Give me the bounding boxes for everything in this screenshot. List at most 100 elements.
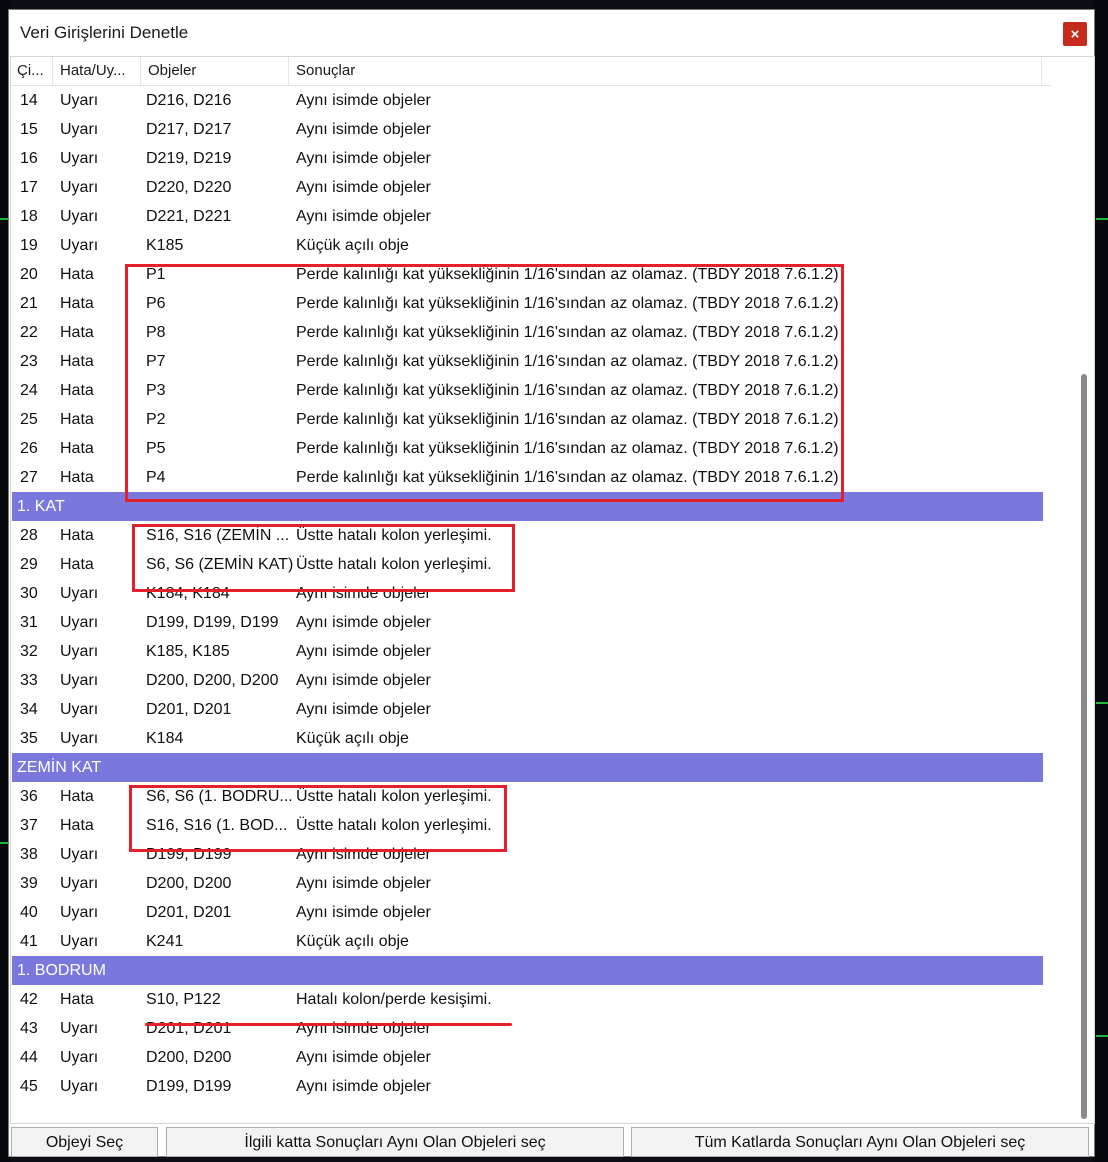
table-row[interactable]: 41 Uyarı K241 Küçük açılı obje xyxy=(11,927,1051,956)
row-type: Uyarı xyxy=(60,150,99,167)
table-row[interactable]: 18 Uyarı D221, D221 Aynı isimde objeler xyxy=(11,202,1051,231)
table-row[interactable]: 30 Uyarı K184, K184 Aynı isimde objeler xyxy=(11,579,1051,608)
table-row[interactable]: 40 Uyarı D201, D201 Aynı isimde objeler xyxy=(11,898,1051,927)
row-result: Aynı isimde objeler xyxy=(296,846,431,863)
table-row[interactable]: 43 Uyarı D201, D201 Aynı isimde objeler xyxy=(11,1014,1051,1043)
table-row[interactable]: 29 Hata S6, S6 (ZEMİN KAT) Üstte hatalı kol… xyxy=(11,550,1051,579)
column-header-results[interactable]: Sonuçlar xyxy=(290,57,1042,85)
row-result: Perde kalınlığı kat yüksekliğinin 1/16's… xyxy=(296,382,839,399)
table-row[interactable]: 16 Uyarı D219, D219 Aynı isimde objeler xyxy=(11,144,1051,173)
table-row[interactable]: 36 Hata S6, S6 (1. BODRU... Üstte hatalı ko… xyxy=(11,782,1051,811)
row-number: 17 xyxy=(20,179,38,196)
row-type: Hata xyxy=(60,440,94,457)
row-type: Uyarı xyxy=(60,875,99,892)
row-number: 29 xyxy=(20,556,38,573)
row-number: 28 xyxy=(20,527,38,544)
select-same-floor-button[interactable]: İlgili katta Sonuçları Aynı Olan Objeler… xyxy=(166,1127,624,1157)
table-row[interactable]: 44 Uyarı D200, D200 Aynı isimde objeler xyxy=(11,1043,1051,1072)
close-button[interactable]: × xyxy=(1063,22,1087,46)
results-list[interactable]: Çi... Hata/Uy... Objeler Sonuçlar 14 Uyar… xyxy=(10,56,1095,1124)
row-type: Hata xyxy=(60,324,94,341)
table-row[interactable]: 34 Uyarı D201, D201 Aynı isimde objeler xyxy=(11,695,1051,724)
row-result: Aynı isimde objeler xyxy=(296,585,431,602)
row-number: 14 xyxy=(20,92,38,109)
table-row[interactable]: 33 Uyarı D200, D200, D200 Aynı isimde objel… xyxy=(11,666,1051,695)
row-number: 42 xyxy=(20,991,38,1008)
row-type: Hata xyxy=(60,991,94,1008)
row-objects: P3 xyxy=(146,382,166,399)
row-objects: K241 xyxy=(146,933,184,950)
row-objects: S16, S16 (1. BOD... xyxy=(146,817,288,834)
table-row[interactable]: 31 Uyarı D199, D199, D199 Aynı isimde objel… xyxy=(11,608,1051,637)
row-type: Uyarı xyxy=(60,846,99,863)
row-result: Aynı isimde objeler xyxy=(296,1049,431,1066)
highlight-underline-intersection xyxy=(145,1023,512,1026)
row-type: Uyarı xyxy=(60,643,99,660)
table-row[interactable]: 24 Hata P3 Perde kalınlığı kat yüksekliğini… xyxy=(11,376,1051,405)
table-row[interactable]: 28 Hata S16, S16 (ZEMİN ... Üstte hatalı ko… xyxy=(11,521,1051,550)
column-header-objects[interactable]: Objeler xyxy=(142,57,289,85)
row-result: Aynı isimde objeler xyxy=(296,208,431,225)
row-objects: P6 xyxy=(146,295,166,312)
table-row[interactable]: 32 Uyarı K185, K185 Aynı isimde objeler xyxy=(11,637,1051,666)
column-header-row: Çi... Hata/Uy... Objeler Sonuçlar xyxy=(11,57,1051,86)
table-row[interactable]: 20 Hata P1 Perde kalınlığı kat yüksekliğini… xyxy=(11,260,1051,289)
table-row[interactable]: 26 Hata P5 Perde kalınlığı kat yüksekliğini… xyxy=(11,434,1051,463)
row-type: Hata xyxy=(60,556,94,573)
table-row[interactable]: 14 Uyarı D216, D216 Aynı isimde objeler xyxy=(11,86,1051,115)
vertical-scrollbar[interactable] xyxy=(1076,56,1092,1124)
table-row[interactable]: 25 Hata P2 Perde kalınlığı kat yüksekliğini… xyxy=(11,405,1051,434)
row-number: 24 xyxy=(20,382,38,399)
background-line xyxy=(1096,1035,1108,1037)
row-result: Aynı isimde objeler xyxy=(296,875,431,892)
table-row[interactable]: 23 Hata P7 Perde kalınlığı kat yüksekliğini… xyxy=(11,347,1051,376)
title-bar[interactable]: Veri Girişlerini Denetle × xyxy=(9,10,1094,56)
background-line xyxy=(1096,702,1108,704)
column-header-number[interactable]: Çi... xyxy=(11,57,53,85)
row-objects: K185 xyxy=(146,237,184,254)
row-type: Uyarı xyxy=(60,672,99,689)
select-all-floors-button[interactable]: Tüm Katlarda Sonuçları Aynı Olan Objeler… xyxy=(631,1127,1089,1157)
table-row[interactable]: 37 Hata S16, S16 (1. BOD... Üstte hatalı ko… xyxy=(11,811,1051,840)
table-row[interactable]: 17 Uyarı D220, D220 Aynı isimde objeler xyxy=(11,173,1051,202)
table-row[interactable]: 35 Uyarı K184 Küçük açılı obje xyxy=(11,724,1051,753)
row-objects: D216, D216 xyxy=(146,92,232,109)
scrollbar-thumb[interactable] xyxy=(1081,374,1087,1119)
row-result: Üstte hatalı kolon yerleşimi. xyxy=(296,556,492,573)
row-number: 40 xyxy=(20,904,38,921)
table-row[interactable]: 19 Uyarı K185 Küçük açılı obje xyxy=(11,231,1051,260)
row-number: 44 xyxy=(20,1049,38,1066)
row-type: Uyarı xyxy=(60,701,99,718)
row-type: Hata xyxy=(60,817,94,834)
table-row[interactable]: 27 Hata P4 Perde kalınlığı kat yüksekliğini… xyxy=(11,463,1051,492)
table-row[interactable]: 21 Hata P6 Perde kalınlığı kat yüksekliğini… xyxy=(11,289,1051,318)
row-type: Hata xyxy=(60,295,94,312)
row-number: 38 xyxy=(20,846,38,863)
row-result: Aynı isimde objeler xyxy=(296,1078,431,1095)
table-row[interactable]: 45 Uyarı D199, D199 Aynı isimde objeler xyxy=(11,1072,1051,1101)
row-objects: P4 xyxy=(146,469,166,486)
group-header[interactable]: ZEMİN KAT xyxy=(12,753,1043,782)
table-row[interactable]: 15 Uyarı D217, D217 Aynı isimde objeler xyxy=(11,115,1051,144)
row-number: 27 xyxy=(20,469,38,486)
background-line xyxy=(0,218,8,220)
column-header-type[interactable]: Hata/Uy... xyxy=(54,57,141,85)
row-result: Küçük açılı obje xyxy=(296,933,409,950)
row-objects: D219, D219 xyxy=(146,150,232,167)
table-row[interactable]: 38 Uyarı D199, D199 Aynı isimde objeler xyxy=(11,840,1051,869)
row-objects: P5 xyxy=(146,440,166,457)
row-objects: P1 xyxy=(146,266,166,283)
row-type: Uyarı xyxy=(60,614,99,631)
row-type: Uyarı xyxy=(60,92,99,109)
group-header[interactable]: 1. KAT xyxy=(12,492,1043,521)
table-row[interactable]: 39 Uyarı D200, D200 Aynı isimde objeler xyxy=(11,869,1051,898)
group-header[interactable]: 1. BODRUM xyxy=(12,956,1043,985)
table-row[interactable]: 22 Hata P8 Perde kalınlığı kat yüksekliğini… xyxy=(11,318,1051,347)
row-result: Üstte hatalı kolon yerleşimi. xyxy=(296,527,492,544)
row-objects: D201, D201 xyxy=(146,904,232,921)
select-object-button[interactable]: Objeyi Seç xyxy=(11,1127,158,1157)
table-row[interactable]: 42 Hata S10, P122 Hatalı kolon/perde kesişi… xyxy=(11,985,1051,1014)
row-result: Aynı isimde objeler xyxy=(296,150,431,167)
row-type: Uyarı xyxy=(60,904,99,921)
row-number: 36 xyxy=(20,788,38,805)
